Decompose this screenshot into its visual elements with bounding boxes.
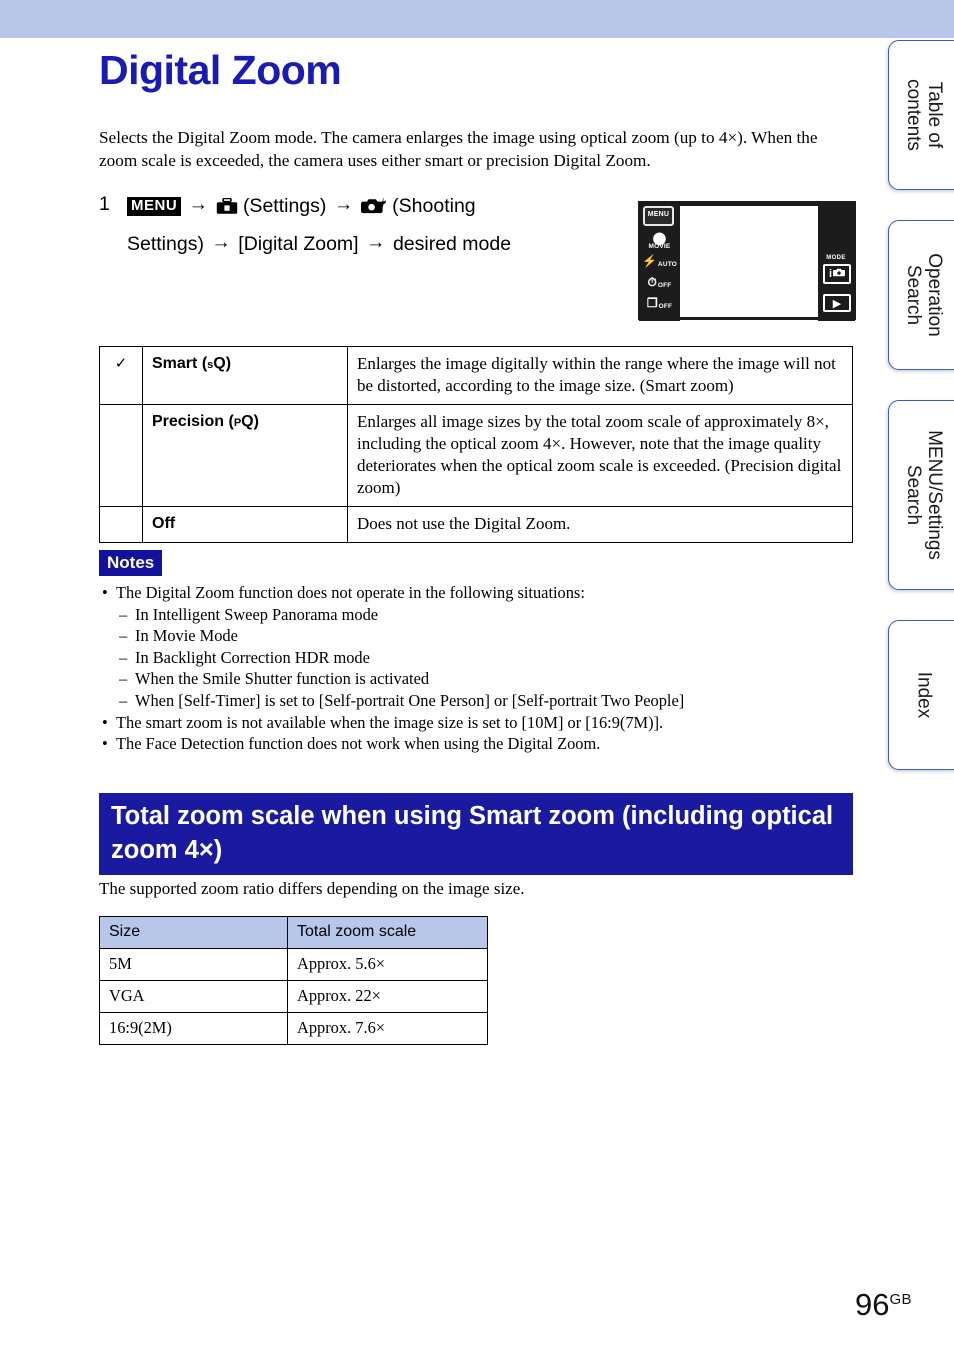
note-item: The Face Detection function does not wor… <box>99 733 839 755</box>
sidebar-tab-table-of-contents[interactable]: Table of contents <box>888 40 954 190</box>
flash-auto-label: AUTO <box>657 261 678 268</box>
row-check-cell-precision <box>99 404 143 507</box>
camera-playback-button[interactable]: ▶ <box>823 294 851 312</box>
burst-glyph: ❐ <box>646 296 658 310</box>
intro-paragraph: Selects the Digital Zoom mode. The camer… <box>99 128 818 170</box>
cell-size: 5M <box>99 948 288 981</box>
table-row: Precision (PQ) Enlarges all image sizes … <box>99 404 853 507</box>
page-content: Digital Zoom Selects the Digital Zoom mo… <box>0 38 912 1369</box>
tab-label: Table of contents <box>903 79 945 151</box>
sidebar-tab-menu-settings-search[interactable]: MENU/Settings Search <box>888 400 954 590</box>
note-sub-item: In Intelligent Sweep Panorama mode <box>99 604 839 626</box>
page-number: 96GB <box>855 1287 912 1323</box>
digital-zoom-options-table: ✓ Smart (sQ) Enlarges the image digitall… <box>99 346 853 543</box>
option-name-precision: Precision (PQ) <box>142 404 348 507</box>
option-description-precision: Enlarges all image sizes by the total zo… <box>347 404 853 507</box>
page-number-value: 96 <box>855 1287 890 1322</box>
table-row: ✓ Smart (sQ) Enlarges the image digitall… <box>99 346 853 405</box>
sidebar-tab-operation-search[interactable]: Operation Search <box>888 220 954 370</box>
arrow-icon-4: → <box>366 231 386 253</box>
table-row: VGA Approx. 22× <box>99 980 488 1013</box>
precision-zoom-glyph: Q <box>241 413 254 430</box>
section-intro-paragraph: The supported zoom ratio differs dependi… <box>99 879 525 898</box>
smart-zoom-glyph: Q <box>213 355 226 372</box>
cell-zoom-scale: Approx. 22× <box>287 980 488 1013</box>
step-number: 1 <box>99 193 110 215</box>
shooting-label-line2: Settings) <box>127 233 204 255</box>
cell-size: 16:9(2M) <box>99 1012 288 1045</box>
option-label-smart: Smart <box>152 355 198 372</box>
camera-live-view <box>680 206 820 317</box>
arrow-icon-3: → <box>211 231 231 253</box>
cell-zoom-scale: Approx. 7.6× <box>287 1012 488 1045</box>
movie-mode-icon[interactable]: ⬤ MOVIE <box>639 232 680 251</box>
self-timer-off-label: OFF <box>657 282 672 289</box>
table-row: 16:9(2M) Approx. 7.6× <box>99 1012 488 1045</box>
self-timer-off-icon[interactable]: ⏱ OFF <box>639 275 680 290</box>
self-timer-glyph: ⏱ <box>647 275 657 289</box>
option-description-smart: Enlarges the image digitally within the … <box>347 346 853 405</box>
column-header-total-zoom-scale: Total zoom scale <box>287 916 488 949</box>
top-banner <box>0 0 954 38</box>
note-item: The Digital Zoom function does not opera… <box>99 582 839 604</box>
note-sub-item: When the Smile Shutter function is activ… <box>99 668 839 690</box>
burst-off-icon[interactable]: ❐ OFF <box>639 296 680 311</box>
flash-glyph: ⚡ <box>641 254 657 268</box>
column-header-size: Size <box>99 916 288 949</box>
row-check-cell-off <box>99 506 143 543</box>
total-zoom-scale-table: Size Total zoom scale 5M Approx. 5.6× VG… <box>99 916 488 1045</box>
camera-left-icon-column: MENU ⬤ MOVIE ⚡ AUTO ⏱ OFF ❐ OFF <box>639 202 680 321</box>
intelligent-auto-i-label: i <box>828 268 833 280</box>
desired-mode-label: desired mode <box>392 233 512 255</box>
step-body: MENU → (Settings) → (Shooting Settings) <box>127 188 619 261</box>
notes-list: The Digital Zoom function does not opera… <box>99 582 839 755</box>
shooting-label-line1: (Shooting <box>392 195 476 217</box>
section-heading: Total zoom scale when using Smart zoom (… <box>99 793 853 875</box>
arrow-icon-1: → <box>188 193 209 215</box>
option-name-smart: Smart (sQ) <box>142 346 348 405</box>
play-triangle-icon: ▶ <box>832 297 842 310</box>
camera-screen-illustration: MENU ⬤ MOVIE ⚡ AUTO ⏱ OFF ❐ OFF MODE i ▶ <box>638 201 856 321</box>
notes-badge: Notes <box>99 550 163 576</box>
option-name-off: Off <box>142 506 348 543</box>
page-title: Digital Zoom <box>99 47 342 93</box>
movie-label: MOVIE <box>648 243 671 250</box>
default-check-mark: ✓ <box>99 346 143 405</box>
arrow-icon-2: → <box>333 193 354 215</box>
table-header-row: Size Total zoom scale <box>99 916 488 949</box>
note-sub-item: When [Self-Timer] is set to [Self-portra… <box>99 690 839 712</box>
camera-mode-button[interactable]: i <box>823 264 851 284</box>
tab-label: Index <box>913 671 935 719</box>
sidebar-tab-index[interactable]: Index <box>888 620 954 770</box>
option-label-precision: Precision <box>152 413 225 430</box>
toolbox-icon <box>216 193 238 226</box>
note-item: The smart zoom is not available when the… <box>99 712 839 734</box>
cell-size: VGA <box>99 980 288 1013</box>
burst-off-label: OFF <box>658 303 673 310</box>
cell-zoom-scale: Approx. 5.6× <box>287 948 488 981</box>
flash-auto-icon[interactable]: ⚡ AUTO <box>639 254 680 269</box>
table-row: 5M Approx. 5.6× <box>99 948 488 981</box>
tab-label: MENU/Settings Search <box>903 430 945 560</box>
camera-icon <box>833 268 846 280</box>
menu-button-chip[interactable]: MENU <box>127 197 182 216</box>
option-description-off: Does not use the Digital Zoom. <box>347 506 853 543</box>
camera-mode-label: MODE <box>826 255 846 261</box>
table-row: Off Does not use the Digital Zoom. <box>99 506 853 543</box>
settings-label: (Settings) <box>242 195 327 217</box>
note-sub-item: In Backlight Correction HDR mode <box>99 647 839 669</box>
tab-label: Operation Search <box>903 253 945 337</box>
digital-zoom-item-label: [Digital Zoom] <box>238 233 359 255</box>
page-locale-suffix: GB <box>889 1291 912 1308</box>
step-instruction: 1 MENU → (Settings) → (Shooting Settings… <box>99 188 619 261</box>
note-sub-item: In Movie Mode <box>99 625 839 647</box>
camera-wrench-icon <box>360 193 387 226</box>
camera-menu-button[interactable]: MENU <box>643 206 674 226</box>
